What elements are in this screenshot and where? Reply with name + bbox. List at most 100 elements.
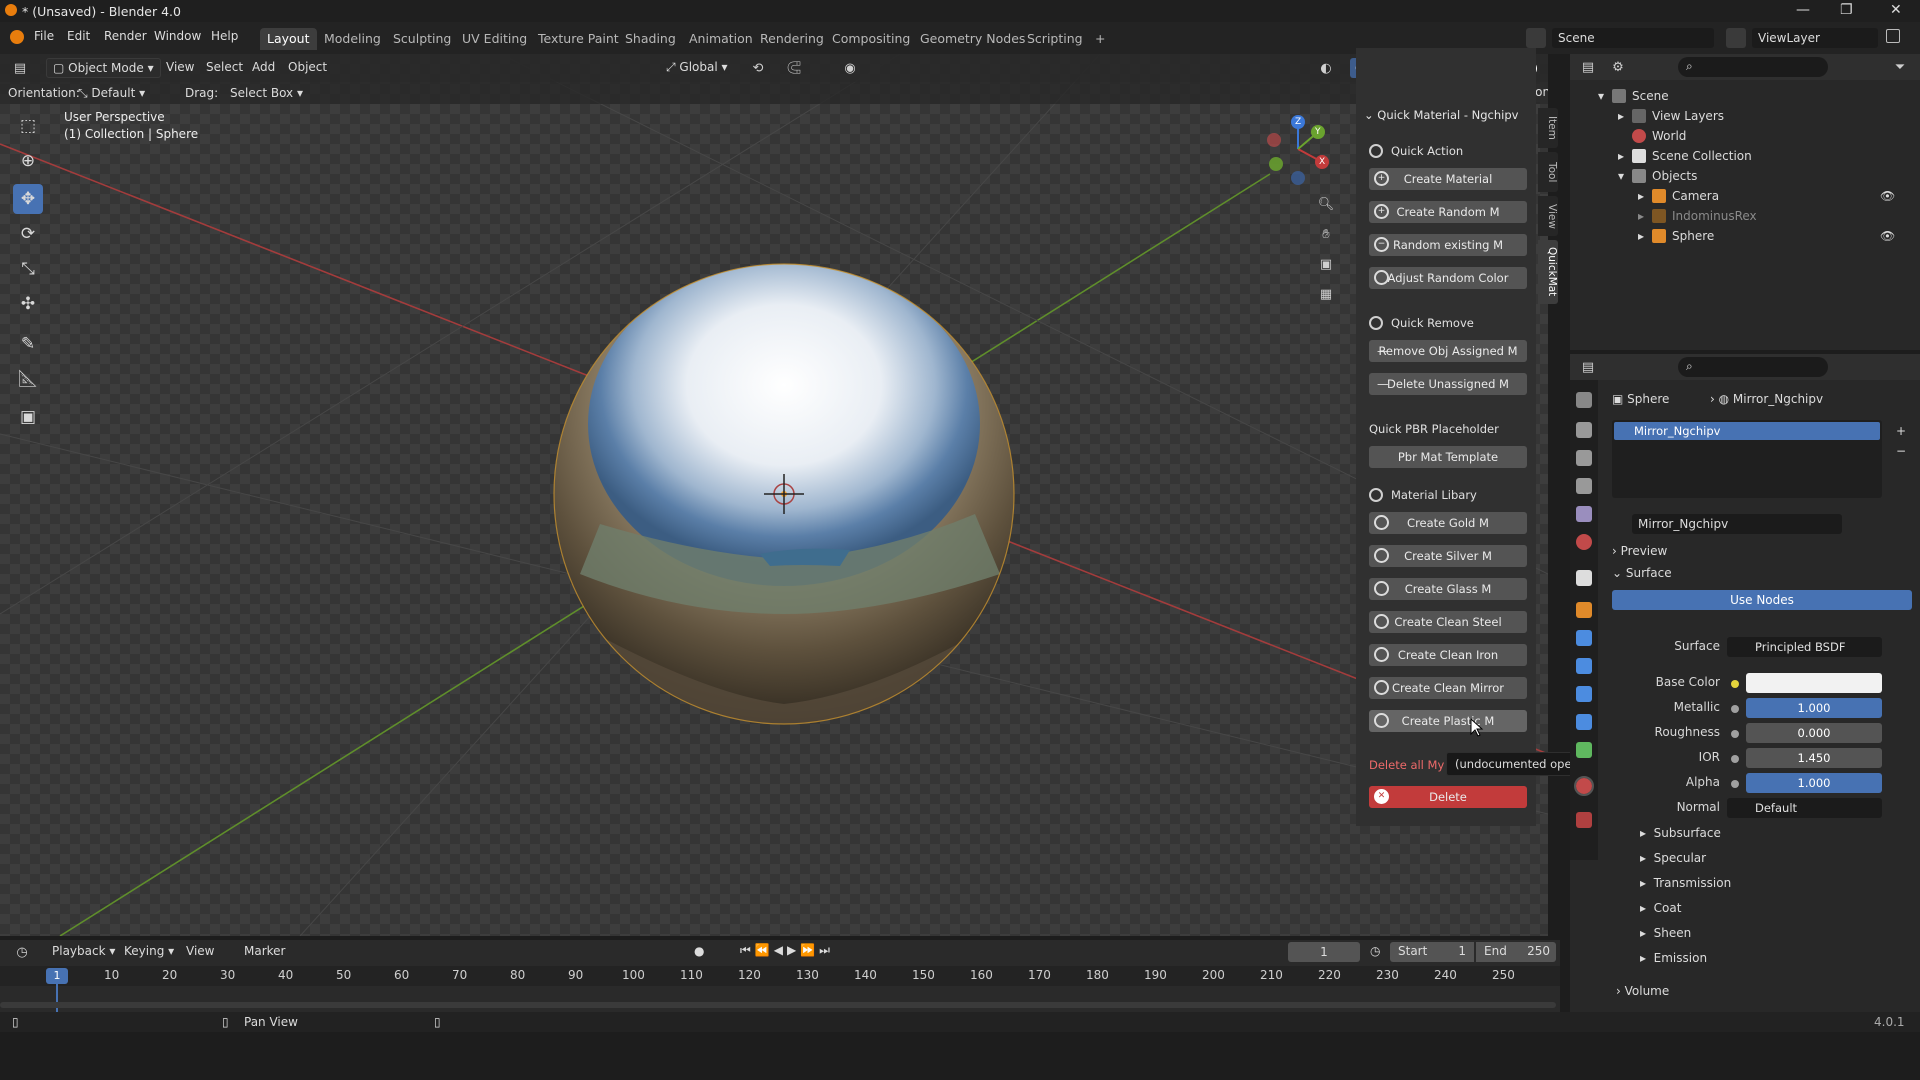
create-clean-mirror-button[interactable]: Create Clean Mirror — [1369, 677, 1527, 699]
perspective-toggle-icon[interactable]: ▦ — [1316, 284, 1336, 304]
scene-tab-icon[interactable] — [1576, 506, 1592, 522]
random-existing-m-button[interactable]: − Random existing M — [1369, 234, 1527, 256]
measure-tool[interactable]: 📐︎ — [13, 364, 43, 394]
add-workspace-button[interactable]: + — [1088, 28, 1112, 50]
blender-menu-icon[interactable] — [10, 30, 24, 44]
create-gold-m-button[interactable]: Create Gold M — [1369, 512, 1527, 534]
timeline-scrollbar[interactable] — [0, 1002, 1556, 1008]
menu-add[interactable]: Add — [246, 58, 281, 78]
panel-title[interactable]: ⌄ Quick Material - Ngchipv — [1364, 108, 1518, 122]
adjust-random-color-button[interactable]: Adjust Random Color — [1369, 267, 1527, 289]
tab-rendering[interactable]: Rendering — [753, 28, 831, 50]
roughness-slider[interactable]: 0.000 — [1746, 723, 1882, 743]
physics-tab-icon[interactable] — [1576, 686, 1592, 702]
create-silver-m-button[interactable]: Create Silver M — [1369, 545, 1527, 567]
visibility-icon[interactable]: ◐ — [1316, 58, 1336, 78]
outliner-row-camera[interactable]: ▸ Camera 👁︎ — [1570, 186, 1920, 206]
constraints-tab-icon[interactable] — [1576, 714, 1592, 730]
particles-tab-icon[interactable] — [1576, 658, 1592, 674]
gizmo-y-label[interactable]: Y — [1315, 127, 1321, 137]
volume-panel-header[interactable]: › Volume — [1616, 984, 1669, 998]
preview-panel-header[interactable]: › Preview — [1612, 544, 1912, 564]
editor-type-icon[interactable]: ▤ — [1578, 357, 1598, 377]
tab-geometry-nodes[interactable]: Geometry Nodes — [913, 28, 1032, 50]
ior-field[interactable]: 1.450 — [1746, 748, 1882, 768]
tab-shading[interactable]: Shading — [618, 28, 683, 50]
remove-obj-assigned-m-button[interactable]: — Remove Obj Assigned M — [1369, 340, 1527, 362]
outliner-row-indominusrex[interactable]: ▸ IndominusRex — [1570, 206, 1920, 226]
scene-selector-icon[interactable] — [1526, 28, 1546, 48]
camera-view-icon[interactable]: ▣ — [1316, 254, 1336, 274]
tab-item[interactable]: Item — [1538, 108, 1558, 148]
tab-texture-paint[interactable]: Texture Paint — [531, 28, 626, 50]
eye-icon[interactable]: 👁︎ — [1880, 189, 1895, 203]
zoom-icon[interactable]: 🔍︎ — [1316, 194, 1336, 214]
menu-object[interactable]: Object — [282, 58, 333, 78]
pivot-point-icon[interactable]: ⟲ — [748, 58, 768, 78]
tab-layout[interactable]: Layout — [260, 28, 317, 50]
tab-uv-editing[interactable]: UV Editing — [455, 28, 534, 50]
subpanel-emission[interactable]: ▸ Emission — [1640, 951, 1707, 965]
output-tab-icon[interactable] — [1576, 450, 1592, 466]
base-color-swatch[interactable] — [1746, 673, 1882, 693]
tab-compositing[interactable]: Compositing — [825, 28, 917, 50]
world-tab-icon[interactable] — [1576, 534, 1592, 550]
texture-tab-icon[interactable] — [1576, 812, 1592, 828]
outliner-row-sphere[interactable]: ▸ Sphere 👁︎ — [1570, 226, 1920, 246]
minimize-button[interactable]: — — [1796, 2, 1810, 18]
view-layer-field[interactable]: ViewLayer — [1752, 28, 1878, 48]
pbr-mat-template-button[interactable]: Pbr Mat Template — [1369, 446, 1527, 468]
display-mode-icon[interactable]: ⚙ — [1608, 57, 1628, 77]
alpha-slider[interactable]: 1.000 — [1746, 773, 1882, 793]
use-nodes-button[interactable]: Use Nodes — [1612, 590, 1912, 610]
properties-search-input[interactable]: ⌕ — [1678, 357, 1828, 377]
menu-view[interactable]: View — [160, 58, 200, 78]
eye-icon[interactable]: 👁︎ — [1880, 229, 1895, 243]
add-cube-tool[interactable]: ▣ — [13, 402, 43, 432]
outliner-row-scene[interactable]: ▾ Scene — [1570, 86, 1920, 106]
render-tab-icon[interactable] — [1576, 422, 1592, 438]
subpanel-coat[interactable]: ▸ Coat — [1640, 901, 1681, 915]
new-view-layer-icon[interactable] — [1886, 29, 1900, 43]
end-frame-field[interactable]: End 250 — [1476, 942, 1556, 962]
scale-tool[interactable]: ⤡ — [13, 254, 43, 284]
create-plastic-m-button[interactable]: Create Plastic M — [1369, 710, 1527, 732]
transform-orientation-dropdown[interactable]: ⤢ Global ▾ — [660, 58, 734, 78]
menu-file[interactable]: File — [34, 29, 54, 43]
menu-edit[interactable]: Edit — [67, 29, 90, 43]
material-slot-list[interactable]: Mirror_Ngchipv — [1612, 420, 1882, 498]
record-icon[interactable]: ● — [694, 944, 704, 958]
collection-tab-icon[interactable] — [1576, 570, 1592, 586]
playhead[interactable]: 1 — [46, 968, 68, 984]
current-frame-field[interactable]: 1 — [1288, 942, 1360, 962]
subpanel-transmission[interactable]: ▸ Transmission — [1640, 876, 1731, 890]
annotate-tool[interactable]: ✎ — [13, 329, 43, 359]
scene-name-field[interactable]: Scene — [1552, 28, 1714, 48]
modifier-tab-icon[interactable] — [1576, 630, 1592, 646]
start-frame-field[interactable]: Start 1 — [1390, 942, 1474, 962]
rotate-tool[interactable]: ⟳ — [13, 219, 43, 249]
view-layer-tab-icon[interactable] — [1576, 478, 1592, 494]
cursor-tool[interactable]: ⊕ — [13, 146, 43, 176]
tab-modeling[interactable]: Modeling — [317, 28, 388, 50]
material-name-field[interactable]: Mirror_Ngchipv — [1632, 514, 1842, 534]
subpanel-sheen[interactable]: ▸ Sheen — [1640, 926, 1691, 940]
menu-window[interactable]: Window — [154, 29, 201, 43]
editor-type-icon[interactable]: ▤ — [1578, 57, 1598, 77]
outliner-row-world[interactable]: World — [1570, 126, 1920, 146]
select-box-tool[interactable]: ⬚ — [13, 111, 43, 141]
outliner-row-objects[interactable]: ▾ Objects — [1570, 166, 1920, 186]
menu-help[interactable]: Help — [211, 29, 238, 43]
delete-button[interactable]: ✕ Delete — [1369, 786, 1527, 808]
surface-panel-header[interactable]: ⌄ Surface — [1612, 566, 1912, 586]
move-tool[interactable]: ✥ — [13, 184, 43, 214]
menu-select[interactable]: Select — [200, 58, 249, 78]
material-slot-item[interactable]: Mirror_Ngchipv — [1614, 422, 1880, 440]
clock-icon[interactable]: ◷ — [1370, 944, 1380, 958]
add-slot-icon[interactable]: + — [1896, 424, 1906, 438]
expand-icon[interactable]: ▾ — [1598, 89, 1604, 103]
tab-animation[interactable]: Animation — [682, 28, 760, 50]
menu-keying[interactable]: Keying ▾ — [124, 944, 174, 958]
surface-shader-dropdown[interactable]: Principled BSDF — [1727, 637, 1882, 657]
proportional-edit-icon[interactable]: ◉ — [840, 58, 860, 78]
